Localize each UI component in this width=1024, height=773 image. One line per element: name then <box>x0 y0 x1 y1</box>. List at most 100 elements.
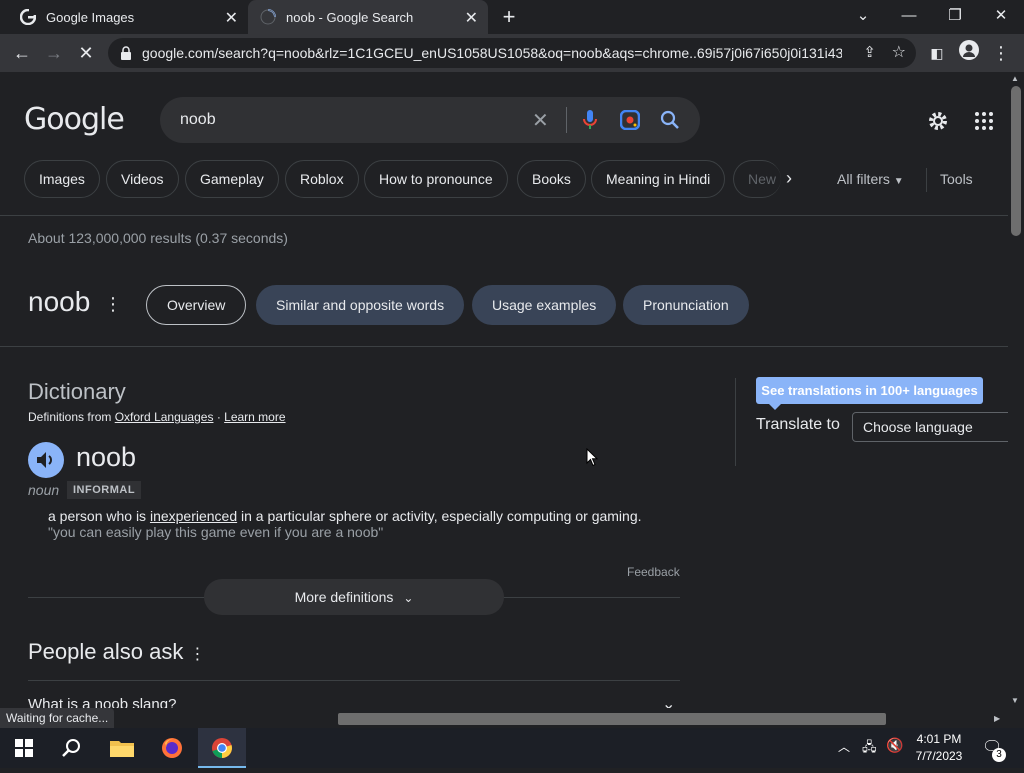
tab-google-images[interactable]: Google Images ✕ <box>8 0 248 34</box>
search-input[interactable]: noob <box>180 111 216 129</box>
paa-divider <box>28 680 680 681</box>
settings-gear-icon[interactable] <box>926 109 950 133</box>
minimize-button[interactable]: — <box>894 4 924 28</box>
search-icon[interactable] <box>660 110 680 130</box>
chrome-menu-icon[interactable]: ⋮ <box>988 40 1014 66</box>
back-button[interactable]: ← <box>9 40 35 66</box>
file-explorer-button[interactable] <box>98 728 146 768</box>
search-box[interactable]: noob ✕ <box>160 97 700 143</box>
tab-title: noob - Google Search <box>286 9 414 25</box>
close-window-button[interactable]: ✕ <box>986 4 1016 28</box>
tab-overview[interactable]: Overview <box>146 285 247 325</box>
register-badge: INFORMAL <box>67 481 142 499</box>
definitions-source-line: Definitions from Oxford Languages · Lear… <box>28 410 286 424</box>
tab-title: Google Images <box>46 9 135 25</box>
windows-start-button[interactable] <box>0 728 48 768</box>
search-button[interactable] <box>48 728 96 768</box>
google-apps-icon[interactable] <box>975 112 993 130</box>
tab-pronunciation[interactable]: Pronunciation <box>623 285 749 325</box>
speaker-icon <box>37 452 52 468</box>
scroll-down-arrow-icon[interactable]: ▼ <box>1011 696 1019 705</box>
chip-new[interactable]: New <box>733 160 781 198</box>
all-filters-button[interactable]: All filters ▼ <box>837 171 904 187</box>
more-options-icon[interactable]: ⋮ <box>189 646 205 663</box>
clear-search-icon[interactable]: ✕ <box>532 108 549 133</box>
tab-strip: Google Images ✕ noob - Google Search ✕ +… <box>0 0 1024 34</box>
chip-roblox[interactable]: Roblox <box>285 160 359 198</box>
dropdown-arrow-icon: ▼ <box>893 176 904 187</box>
chip-images[interactable]: Images <box>24 160 100 198</box>
vertical-scroll-thumb[interactable] <box>1011 86 1021 236</box>
restore-button[interactable]: ❐ <box>940 4 970 28</box>
close-tab-icon[interactable]: ✕ <box>465 8 478 28</box>
source-prefix: Definitions from <box>28 410 112 424</box>
feedback-link[interactable]: Feedback <box>627 565 680 579</box>
filter-divider <box>926 168 927 192</box>
tabs-divider <box>0 346 1008 347</box>
dictionary-heading: Dictionary <box>28 379 126 404</box>
google-favicon-icon <box>20 9 36 25</box>
show-hidden-icons-icon[interactable]: ︿ <box>838 738 850 755</box>
language-select[interactable]: Choose language <box>852 412 1008 442</box>
inexperienced-link[interactable]: inexperienced <box>150 508 237 524</box>
tab-noob-search[interactable]: noob - Google Search ✕ <box>248 0 488 34</box>
page-content: Google noob ✕ Images Videos Gameplay Rob… <box>0 72 1008 708</box>
all-filters-label: All filters <box>837 171 890 187</box>
voice-search-icon[interactable] <box>582 109 598 131</box>
scroll-up-arrow-icon[interactable]: ▲ <box>1011 74 1019 83</box>
more-definitions-button[interactable]: More definitions ⌄ <box>204 579 504 615</box>
tab-similar-and-opposite-words[interactable]: Similar and opposite words <box>256 285 465 325</box>
address-bar[interactable]: google.com/search?q=noob&rlz=1C1GCEU_enU… <box>108 38 916 68</box>
chip-videos[interactable]: Videos <box>106 160 179 198</box>
more-definitions-label: More definitions <box>294 589 394 605</box>
side-panel-icon[interactable]: ◧ <box>924 40 950 66</box>
stop-loading-button[interactable]: ✕ <box>73 40 99 66</box>
panel-divider <box>735 378 736 466</box>
learn-more-link[interactable]: Learn more <box>224 410 285 424</box>
network-icon[interactable]: 🖧 <box>862 738 877 760</box>
firefox-button[interactable] <box>148 728 196 768</box>
paa-label: People also ask <box>28 639 184 664</box>
google-logo[interactable]: Google <box>24 102 125 137</box>
definition-part: in a particular sphere or activity, espe… <box>237 508 642 524</box>
chrome-icon <box>212 738 232 758</box>
chip-meaning-in-hindi[interactable]: Meaning in Hindi <box>591 160 726 198</box>
horizontal-scroll-thumb[interactable] <box>338 713 886 725</box>
chrome-button[interactable] <box>198 728 246 768</box>
lock-icon <box>121 46 131 60</box>
notification-count-badge: 3 <box>992 748 1006 762</box>
share-icon[interactable]: ⇪ <box>863 43 876 61</box>
tools-button[interactable]: Tools <box>940 171 973 187</box>
definition-text: a person who is inexperienced in a parti… <box>48 508 642 524</box>
paa-question[interactable]: What is a noob slang? <box>28 696 176 708</box>
pronunciation-speaker-button[interactable] <box>28 442 64 478</box>
lens-search-icon[interactable] <box>620 110 640 130</box>
system-clock[interactable]: 4:01 PM 7/7/2023 <box>908 731 970 765</box>
tab-search-chevron-icon[interactable]: ⌄ <box>848 4 878 28</box>
chevron-down-icon[interactable]: ⌄ <box>662 694 675 708</box>
search-divider <box>566 107 567 133</box>
people-also-ask-heading: People also ask ⋮ <box>28 639 205 665</box>
firefox-icon <box>162 738 182 758</box>
more-options-icon[interactable]: ⋮ <box>104 294 122 315</box>
tab-usage-examples[interactable]: Usage examples <box>472 285 617 325</box>
forward-button[interactable]: → <box>41 40 67 66</box>
chip-gameplay[interactable]: Gameplay <box>185 160 279 198</box>
status-bubble: Waiting for cache... <box>0 708 115 728</box>
new-tab-button[interactable]: + <box>496 4 522 30</box>
definition-part: a person who is <box>48 508 150 524</box>
volume-muted-icon[interactable]: 🔇 <box>886 737 903 754</box>
folder-icon <box>110 741 134 757</box>
see-translations-button[interactable]: See translations in 100+ languages <box>756 377 983 404</box>
chip-how-to-pronounce[interactable]: How to pronounce <box>364 160 508 198</box>
chevron-down-icon: ⌄ <box>403 591 414 605</box>
clock-date: 7/7/2023 <box>915 749 963 763</box>
close-tab-icon[interactable]: ✕ <box>225 8 238 28</box>
chips-next-chevron-icon[interactable]: › <box>786 168 792 189</box>
scroll-right-arrow-icon[interactable]: ▶ <box>994 714 1000 723</box>
bookmark-star-icon[interactable]: ☆ <box>892 42 906 62</box>
chip-books[interactable]: Books <box>517 160 586 198</box>
entity-title: noob <box>28 286 91 317</box>
oxford-languages-link[interactable]: Oxford Languages <box>115 410 214 424</box>
profile-avatar[interactable] <box>956 40 982 66</box>
